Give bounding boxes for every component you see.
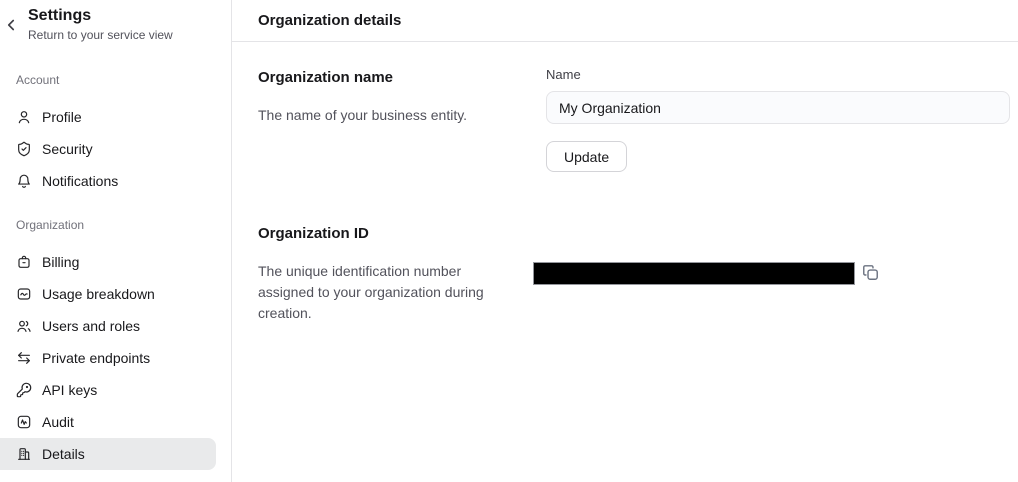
- sidebar-item-label: Billing: [42, 254, 79, 270]
- sidebar-item-notifications[interactable]: Notifications: [0, 165, 216, 197]
- organization-id-heading: Organization ID: [258, 225, 522, 243]
- page-title: Organization details: [258, 12, 401, 29]
- sidebar-item-label: Notifications: [42, 173, 118, 189]
- organization-name-section: Organization name The name of your busin…: [258, 69, 1010, 172]
- billing-case-icon: [16, 254, 32, 270]
- organization-id-section: Organization ID The unique identificatio…: [258, 225, 1010, 324]
- sidebar-item-label: Profile: [42, 109, 82, 125]
- activity-square-icon: [16, 414, 32, 430]
- sidebar-item-details[interactable]: Details: [0, 438, 216, 470]
- organization-id-description: The unique identification number assigne…: [258, 261, 510, 324]
- shield-check-icon: [16, 141, 32, 157]
- sidebar-item-profile[interactable]: Profile: [0, 101, 216, 133]
- sidebar-item-label: Audit: [42, 414, 74, 430]
- name-field-label: Name: [546, 67, 1010, 83]
- sidebar-item-private-endpoints[interactable]: Private endpoints: [0, 342, 216, 374]
- organization-id-redacted-value: [533, 262, 855, 285]
- sidebar-item-api-keys[interactable]: API keys: [0, 374, 216, 406]
- update-button[interactable]: Update: [546, 141, 627, 172]
- usage-chart-icon: [16, 286, 32, 302]
- section-label-account: Account: [16, 73, 231, 87]
- user-icon: [16, 109, 32, 125]
- organization-name-input[interactable]: [546, 91, 1010, 124]
- settings-sidebar: Settings Return to your service view Acc…: [0, 0, 232, 482]
- users-icon: [16, 318, 32, 334]
- settings-page: Settings Return to your service view Acc…: [0, 0, 1018, 482]
- swap-arrows-icon: [16, 350, 32, 366]
- sidebar-item-label: Users and roles: [42, 318, 140, 334]
- sidebar-item-label: Usage breakdown: [42, 286, 155, 302]
- sidebar-subtitle: Return to your service view: [28, 28, 219, 43]
- copy-button[interactable]: [862, 264, 879, 281]
- main-content: Organization details Organization name T…: [232, 0, 1018, 482]
- organization-name-description: The name of your business entity.: [258, 105, 522, 126]
- chevron-left-icon: [2, 16, 20, 37]
- key-icon: [16, 382, 32, 398]
- sidebar-item-label: Security: [42, 141, 93, 157]
- sidebar-item-label: Details: [42, 446, 85, 462]
- main-header: Organization details: [232, 0, 1018, 42]
- sidebar-header: Settings Return to your service view: [0, 4, 231, 43]
- building-icon: [16, 446, 32, 462]
- sidebar-title: Settings: [28, 6, 219, 26]
- sidebar-item-label: Private endpoints: [42, 350, 150, 366]
- back-button[interactable]: [2, 17, 20, 35]
- sidebar-item-security[interactable]: Security: [0, 133, 216, 165]
- sidebar-item-label: API keys: [42, 382, 97, 398]
- sidebar-item-usage-breakdown[interactable]: Usage breakdown: [0, 278, 216, 310]
- copy-icon: [862, 264, 879, 281]
- bell-icon: [16, 173, 32, 189]
- organization-name-heading: Organization name: [258, 69, 522, 87]
- sidebar-item-users-and-roles[interactable]: Users and roles: [0, 310, 216, 342]
- sidebar-item-billing[interactable]: Billing: [0, 246, 216, 278]
- section-label-organization: Organization: [16, 218, 231, 232]
- sidebar-item-audit[interactable]: Audit: [0, 406, 216, 438]
